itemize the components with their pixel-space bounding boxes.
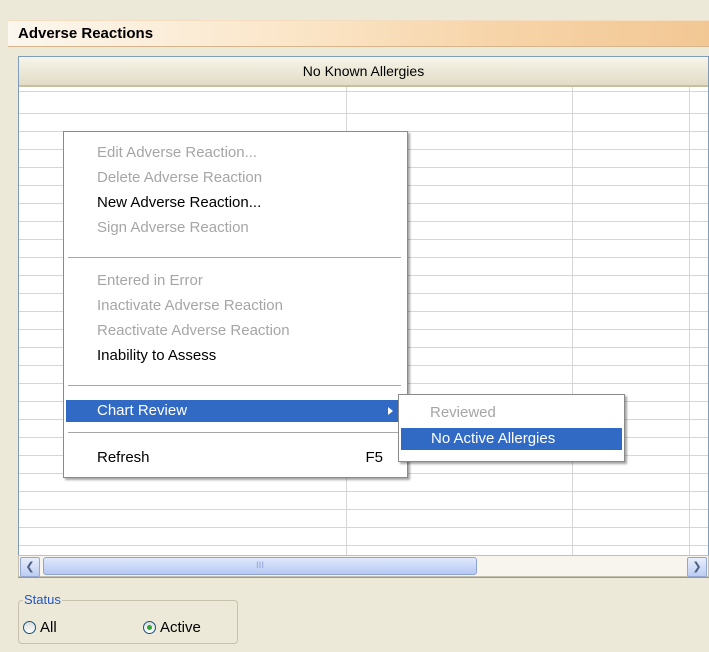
submenu-arrow-icon [388, 407, 393, 415]
submenu-item-reviewed[interactable]: Reviewed [401, 402, 622, 424]
context-menu: Edit Adverse Reaction... Delete Adverse … [63, 131, 408, 478]
menu-item-refresh[interactable]: Refresh F5 [66, 447, 405, 469]
submenu-item-no-active-allergies[interactable]: No Active Allergies [401, 428, 622, 450]
menu-item-refresh-shortcut: F5 [365, 449, 383, 466]
radio-active-label[interactable]: Active [160, 619, 201, 636]
menu-item-chart-review-label: Chart Review [97, 402, 188, 419]
status-legend: Status [23, 592, 62, 607]
status-group: Status All Active [18, 592, 238, 644]
menu-item-edit-adverse-reaction[interactable]: Edit Adverse Reaction... [66, 142, 405, 164]
scroll-right-arrow-icon[interactable]: ❯ [687, 557, 707, 577]
panel-title: Adverse Reactions [18, 25, 154, 42]
menu-item-refresh-label: Refresh [97, 449, 150, 466]
grid-column-header[interactable]: No Known Allergies [19, 57, 708, 87]
menu-item-inability-to-assess[interactable]: Inability to Assess [66, 345, 405, 367]
radio-active[interactable]: Active [143, 619, 201, 636]
menu-item-new-adverse-reaction[interactable]: New Adverse Reaction... [66, 192, 405, 214]
menu-item-delete-adverse-reaction[interactable]: Delete Adverse Reaction [66, 167, 405, 189]
scroll-left-arrow-icon[interactable]: ❮ [20, 557, 40, 577]
menu-item-reactivate-adverse-reaction[interactable]: Reactivate Adverse Reaction [66, 320, 405, 342]
menu-item-sign-adverse-reaction[interactable]: Sign Adverse Reaction [66, 217, 405, 239]
radio-unchecked-icon[interactable] [23, 621, 36, 634]
radio-checked-icon[interactable] [143, 621, 156, 634]
radio-all[interactable]: All [23, 619, 57, 636]
menu-separator [68, 432, 401, 433]
scrollbar-thumb[interactable]: III [43, 557, 477, 575]
chart-review-submenu: Reviewed No Active Allergies [398, 394, 625, 462]
grid-column-divider [689, 87, 690, 577]
menu-separator [68, 385, 401, 386]
menu-item-chart-review[interactable]: Chart Review [66, 400, 405, 422]
menu-item-entered-in-error[interactable]: Entered in Error [66, 270, 405, 292]
radio-all-label[interactable]: All [40, 619, 57, 636]
horizontal-scrollbar[interactable]: ❮ III ❯ [18, 555, 709, 577]
panel-title-bar: Adverse Reactions [8, 20, 709, 47]
menu-separator [68, 257, 401, 258]
scrollbar-grip: III [256, 561, 264, 571]
menu-item-inactivate-adverse-reaction[interactable]: Inactivate Adverse Reaction [66, 295, 405, 317]
grid-column-divider [572, 87, 573, 577]
